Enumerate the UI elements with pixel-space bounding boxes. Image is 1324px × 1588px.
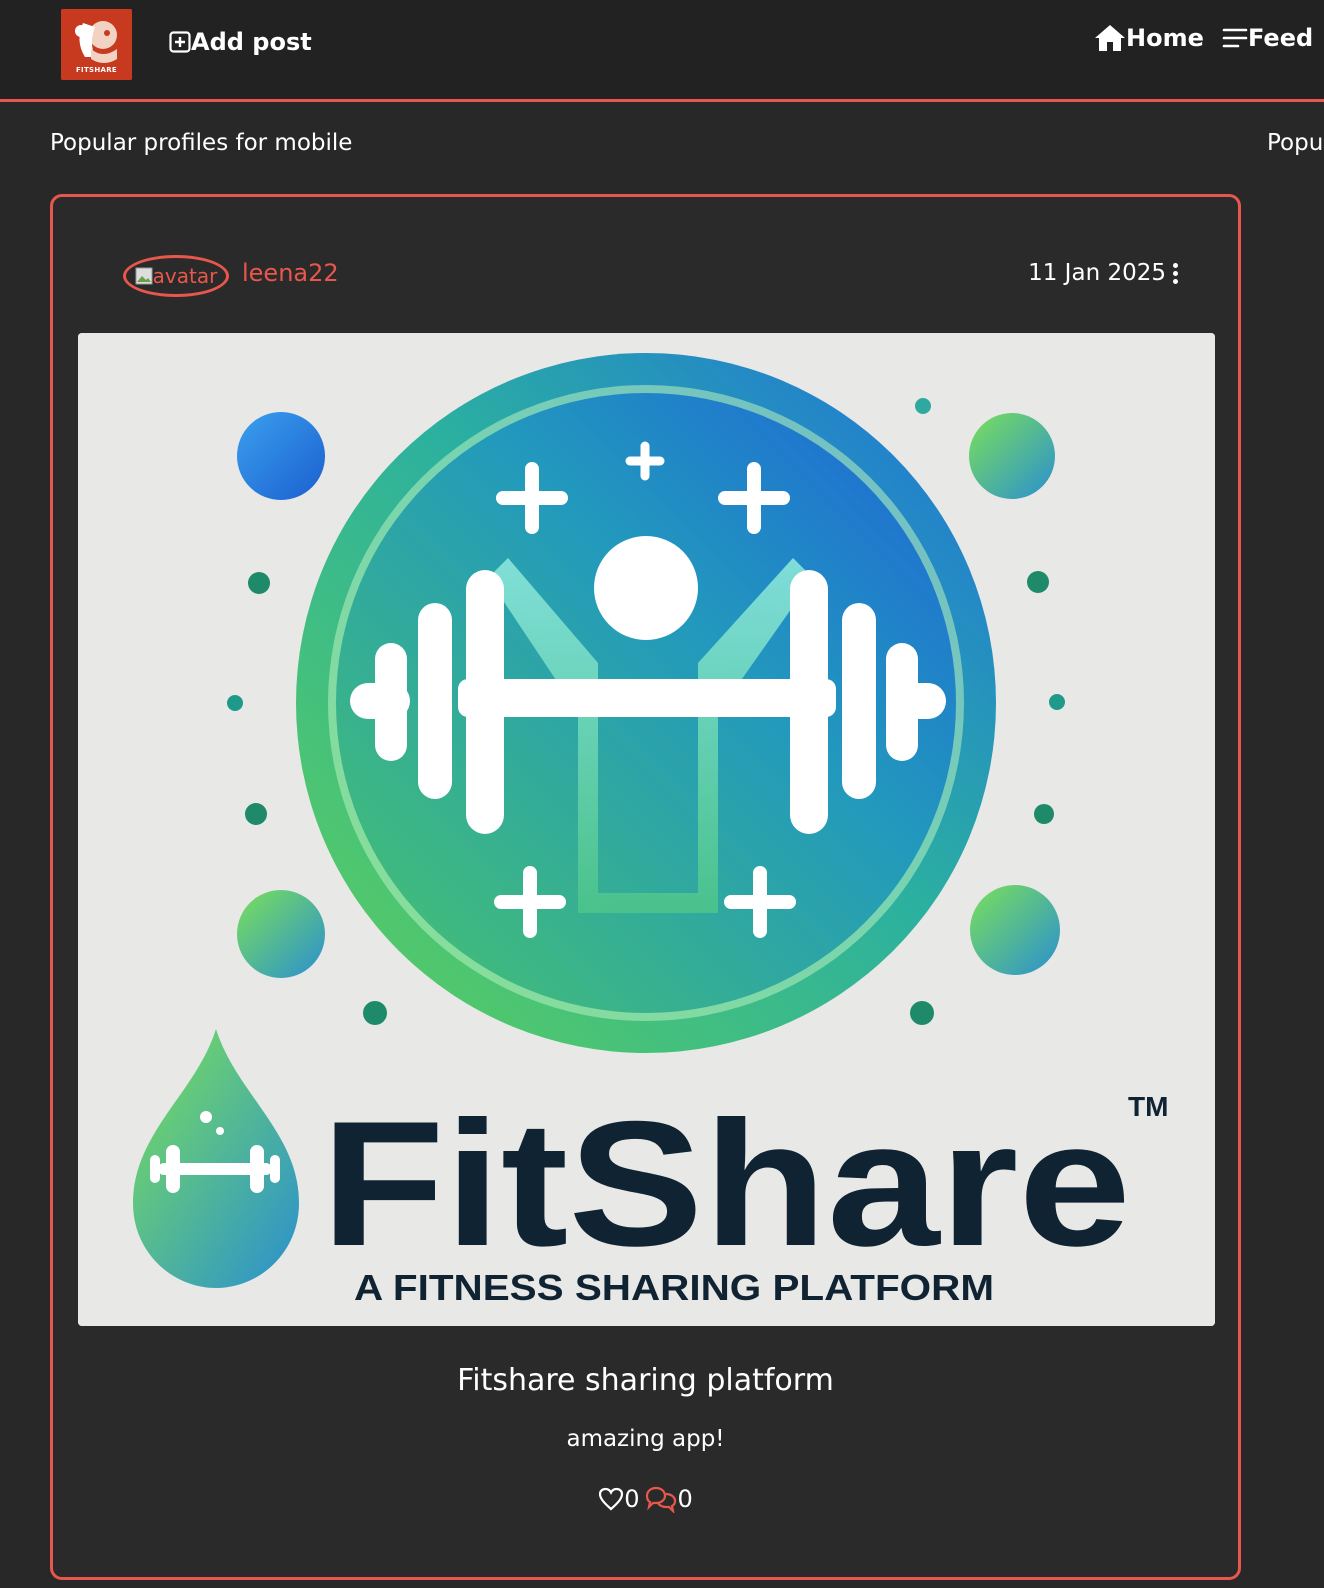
comments-icon (645, 1486, 676, 1513)
post-card: avatar leena22 11 Jan 2025 FitShare TM A… (50, 194, 1241, 1580)
post-username[interactable]: leena22 (242, 259, 339, 287)
section-title: Popular profiles for mobile (50, 130, 353, 156)
tagline-text: A FITNESS SHARING PLATFORM (354, 1267, 994, 1308)
menu-lines-icon (1222, 28, 1248, 48)
nav-feed-link[interactable]: Feed (1222, 24, 1313, 52)
avatar[interactable]: avatar (123, 255, 229, 297)
plus-square-icon (169, 31, 191, 53)
heart-icon (599, 1487, 624, 1511)
logo-text: FITSHARE (75, 66, 118, 74)
like-count: 0 (624, 1485, 640, 1513)
add-post-label: Add post (191, 28, 312, 56)
post-reactions: 0 0 (53, 1485, 1238, 1513)
post-date: 11 Jan 2025 (1028, 260, 1166, 286)
nav-home-link[interactable]: Home (1094, 24, 1204, 52)
home-icon (1095, 25, 1125, 51)
like-button[interactable]: 0 (598, 1485, 640, 1513)
nav-home-label: Home (1126, 24, 1204, 52)
section-title-secondary: Popu (1267, 130, 1324, 156)
add-post-button[interactable]: Add post (169, 28, 312, 56)
fitshare-logo[interactable]: FITSHARE (61, 9, 132, 80)
post-text: amazing app! (566, 1426, 725, 1452)
brand-name-text: FitShare (321, 1084, 1131, 1283)
trademark-text: TM (1128, 1091, 1168, 1122)
post-title: Fitshare sharing platform (457, 1363, 834, 1398)
more-options-icon[interactable] (1170, 261, 1180, 289)
broken-image-icon (135, 267, 153, 285)
fitshare-brand-artwork: FitShare TM A FITNESS SHARING PLATFORM (78, 333, 1215, 1326)
comment-count: 0 (677, 1485, 693, 1513)
top-navbar: FITSHARE Add post Home Feed (0, 0, 1324, 102)
comment-button[interactable]: 0 (644, 1485, 693, 1513)
nav-feed-label: Feed (1248, 24, 1314, 52)
avatar-alt-text: avatar (152, 264, 218, 288)
post-image: FitShare TM A FITNESS SHARING PLATFORM (78, 333, 1215, 1326)
